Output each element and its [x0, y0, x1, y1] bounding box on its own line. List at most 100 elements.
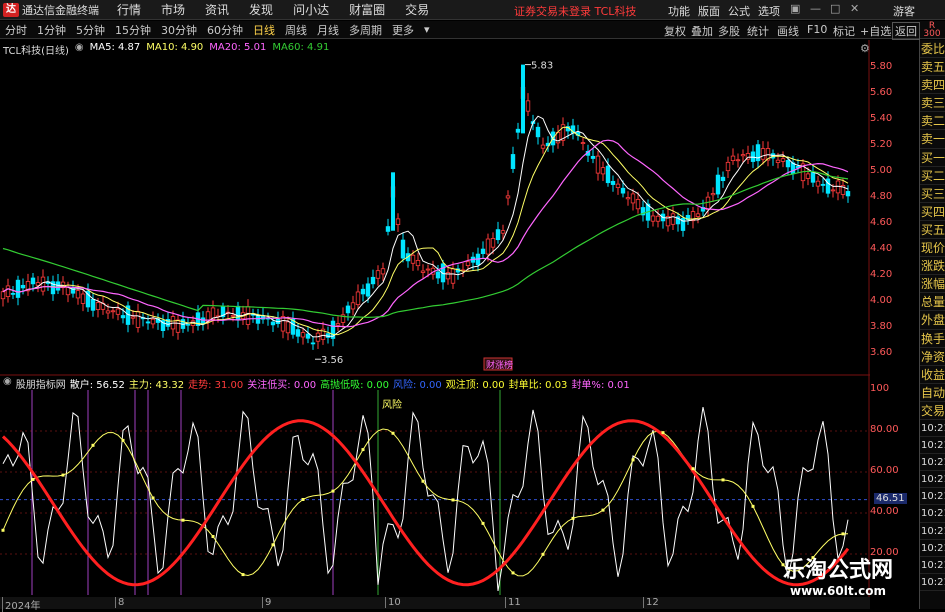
period-tab[interactable]: 周线	[280, 22, 312, 38]
candle-body	[521, 64, 525, 134]
candle-body	[400, 239, 406, 259]
sidebar-item[interactable]: 买三	[920, 185, 945, 203]
sidebar-item[interactable]: 换手	[920, 330, 945, 348]
sidebar-item[interactable]: 10:21	[920, 574, 945, 591]
btn-overlay[interactable]: 叠加	[691, 23, 713, 39]
more-chevron-icon[interactable]: ▾	[419, 23, 435, 36]
skin-icon[interactable]: ▣	[790, 2, 800, 15]
btn-back[interactable]: 返回	[892, 22, 920, 40]
menu-options[interactable]: 选项	[758, 3, 780, 19]
period-tab[interactable]: 多周期	[344, 22, 387, 38]
sidebar-item[interactable]: 卖三	[920, 94, 945, 113]
menu-wealth-circle[interactable]: 财富圈	[349, 1, 385, 18]
btn-f10[interactable]: F10	[807, 23, 827, 36]
candle-body	[230, 314, 236, 317]
menu-quotes[interactable]: 行情	[117, 1, 141, 18]
main-force-dot	[121, 438, 125, 442]
candle-body	[280, 316, 286, 332]
period-tab[interactable]: 1分钟	[32, 22, 71, 38]
menu-news[interactable]: 资讯	[205, 1, 229, 18]
menu-market[interactable]: 市场	[161, 1, 185, 18]
period-tab[interactable]: 更多	[387, 22, 419, 38]
btn-mark[interactable]: 标记	[833, 23, 855, 39]
price-tick: 5.00	[870, 165, 893, 177]
sidebar-item[interactable]: 自动	[920, 384, 945, 402]
candle-body	[810, 171, 816, 183]
sidebar-item[interactable]: 交易	[920, 402, 945, 420]
settings-icon[interactable]: ⚙	[860, 42, 870, 55]
close-icon[interactable]: ✕	[850, 2, 859, 15]
sidebar-item[interactable]: 卖四	[920, 76, 945, 95]
sidebar-item[interactable]: 10:21	[920, 420, 945, 438]
sidebar-item[interactable]: 10:21	[920, 454, 945, 472]
maximize-icon[interactable]: □	[830, 2, 840, 15]
sidebar-item[interactable]: 买一	[920, 149, 945, 167]
indicator-toggle-icon[interactable]: ◉	[3, 376, 12, 391]
sidebar-item[interactable]: 10:21	[920, 557, 945, 574]
right-sidebar: 委比 卖五 卖四 卖三 卖二 卖一 买一 买二 买三 买四 买五 现价 涨跌 涨幅 总量 外盘 换手 净资 收益 自动…	[919, 40, 945, 609]
sidebar-item[interactable]: 买五	[920, 221, 945, 240]
period-tab[interactable]: 分时	[0, 22, 32, 38]
trend-line	[1, 419, 850, 587]
kline-chart[interactable]: 5.83 3.56 财涨榜风险	[0, 40, 870, 597]
candle-body	[130, 316, 136, 319]
sidebar-item[interactable]: 10:21	[920, 540, 945, 557]
menu-ask[interactable]: 问小达	[293, 1, 329, 18]
sidebar-item[interactable]: 委比	[920, 40, 945, 59]
main-force-dot	[721, 478, 725, 482]
price-tick: 5.20	[870, 139, 893, 151]
main-force-dot	[541, 552, 545, 556]
sidebar-item[interactable]: 涨跌	[920, 257, 945, 276]
period-tab[interactable]: 5分钟	[71, 22, 110, 38]
sidebar-item[interactable]: 10:21	[920, 437, 945, 455]
candle-body	[630, 193, 636, 204]
minimize-icon[interactable]: —	[810, 2, 821, 15]
sidebar-item[interactable]: 涨幅	[920, 275, 945, 294]
btn-add-watch[interactable]: +自选	[860, 23, 891, 39]
btn-draw[interactable]: 画线	[777, 23, 799, 39]
menu-function[interactable]: 功能	[668, 3, 690, 19]
badge-label: 财涨榜	[486, 359, 513, 371]
menu-discover[interactable]: 发现	[249, 1, 273, 18]
login-notice[interactable]: 证券交易未登录 TCL科技	[514, 3, 636, 19]
sidebar-item[interactable]: 10:21	[920, 505, 945, 523]
sidebar-item[interactable]: 净资	[920, 348, 945, 366]
indicator-tick: 100	[870, 383, 890, 394]
menu-formula[interactable]: 公式	[728, 3, 750, 19]
sidebar-item[interactable]: 10:21	[920, 471, 945, 489]
sidebar-item[interactable]: 外盘	[920, 311, 945, 330]
chart-legend: TCL科技(日线) ◉ MA5: 4.87 MA10: 4.90 MA20: 5…	[3, 42, 329, 57]
period-tab[interactable]: 30分钟	[156, 22, 202, 38]
watermark-url: www.60lt.com	[789, 584, 887, 598]
legend-toggle-icon[interactable]: ◉	[75, 42, 84, 57]
candle-body	[525, 100, 531, 112]
guest-label[interactable]: 游客	[893, 3, 915, 19]
btn-multi-stock[interactable]: 多股	[718, 23, 740, 39]
price-tick: 4.20	[870, 269, 893, 281]
main-force-dot	[271, 543, 275, 547]
menu-layout[interactable]: 版面	[698, 3, 720, 19]
period-tab[interactable]: 15分钟	[110, 22, 156, 38]
period-tab[interactable]: 60分钟	[202, 22, 248, 38]
candle-body	[760, 148, 766, 160]
sidebar-item[interactable]: 卖五	[920, 58, 945, 77]
sidebar-item[interactable]: 卖一	[920, 130, 945, 149]
btn-fuquan[interactable]: 复权	[664, 23, 686, 39]
sidebar-item[interactable]: 买二	[920, 167, 945, 185]
sidebar-item[interactable]: 收益	[920, 366, 945, 384]
sidebar-item[interactable]: 现价	[920, 239, 945, 258]
sidebar-item[interactable]: 10:21	[920, 523, 945, 540]
menu-trade[interactable]: 交易	[405, 1, 429, 18]
main-force-dot	[631, 458, 635, 462]
candle-body	[805, 173, 811, 179]
btn-stats[interactable]: 统计	[747, 23, 769, 39]
sidebar-item[interactable]: 卖二	[920, 112, 945, 131]
candle-body	[90, 298, 96, 311]
sidebar-item[interactable]: 总量	[920, 293, 945, 312]
sidebar-item[interactable]: 10:21	[920, 488, 945, 506]
period-tab[interactable]: 日线	[248, 22, 280, 38]
stock-title: TCL科技(日线)	[3, 46, 69, 57]
period-tab[interactable]: 月线	[312, 22, 344, 38]
candle-body	[75, 290, 81, 299]
sidebar-item[interactable]: 买四	[920, 203, 945, 221]
